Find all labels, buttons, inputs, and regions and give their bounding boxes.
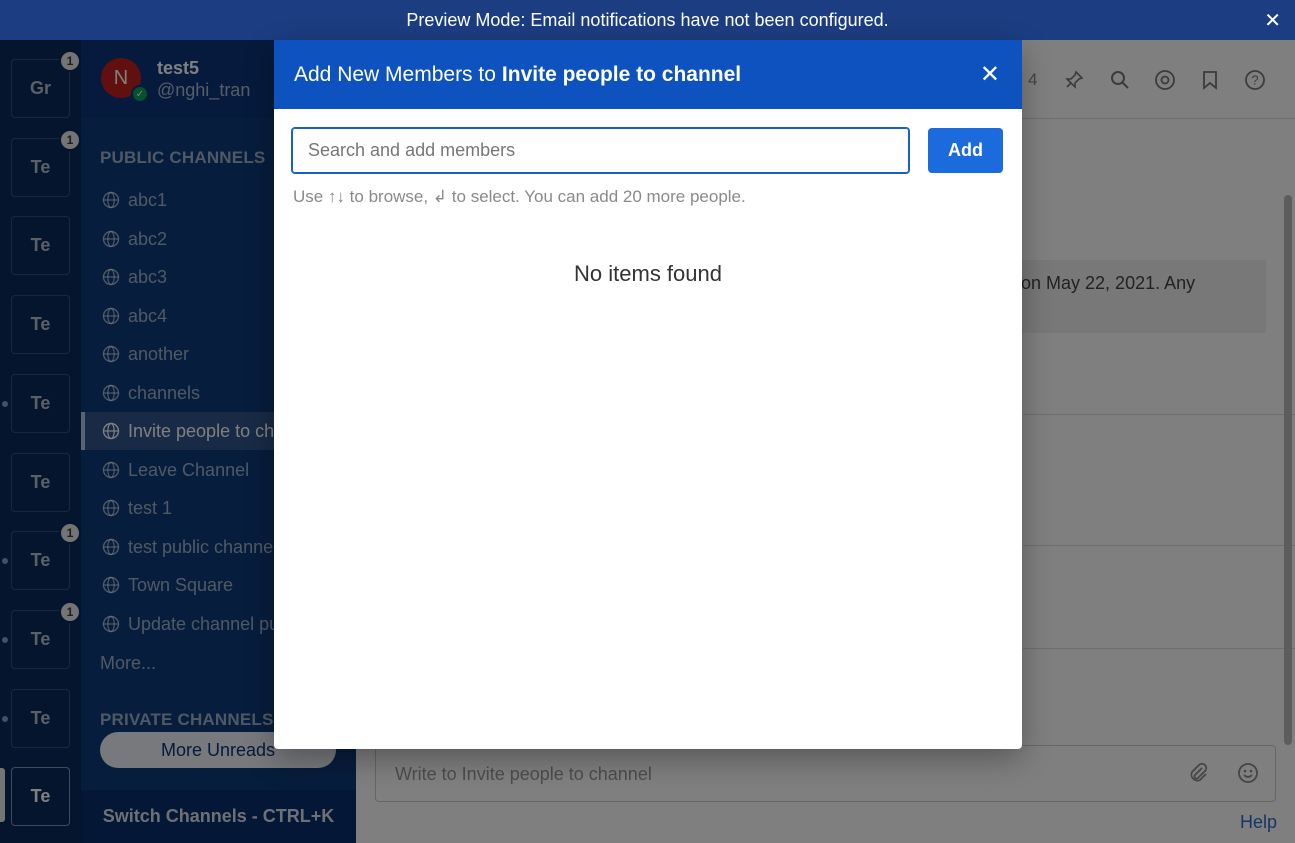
modal-title-prefix: Add New Members to xyxy=(294,62,496,86)
close-icon[interactable]: ✕ xyxy=(980,60,1000,89)
add-button[interactable]: Add xyxy=(928,128,1003,173)
modal-header: Add New Members to Invite people to chan… xyxy=(274,40,1022,109)
member-search-input[interactable] xyxy=(291,127,910,174)
banner-text: Preview Mode: Email notifications have n… xyxy=(406,9,889,30)
modal-title-channel: Invite people to channel xyxy=(501,62,742,86)
add-members-modal: Add New Members to Invite people to chan… xyxy=(274,40,1022,749)
empty-results-message: No items found xyxy=(574,261,722,286)
banner-close-icon[interactable]: ✕ xyxy=(1264,8,1281,33)
preview-mode-banner: Preview Mode: Email notifications have n… xyxy=(0,0,1295,40)
browse-hint: Use ↑↓ to browse, ↲ to select. You can a… xyxy=(293,187,746,206)
